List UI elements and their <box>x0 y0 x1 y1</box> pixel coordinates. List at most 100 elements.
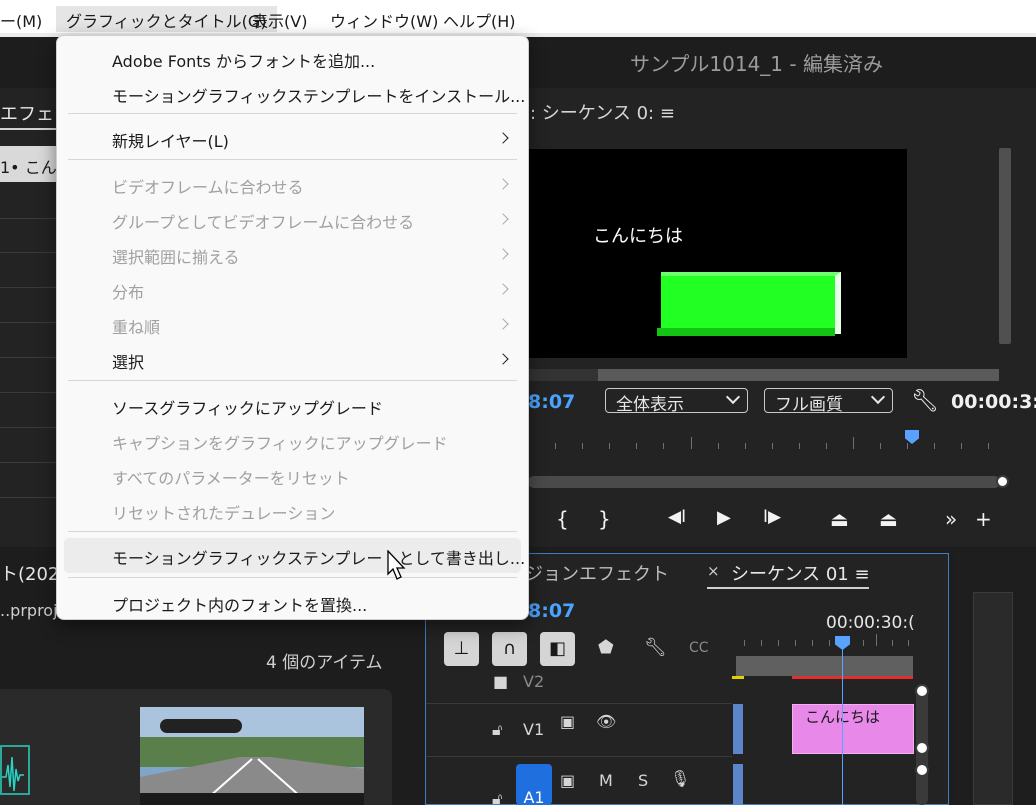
mute-button[interactable]: M <box>599 771 613 790</box>
zoom-level-dropdown[interactable]: 全体表示 <box>605 388 748 415</box>
menu-item-upgrade-caption[interactable]: キャプションをグラフィックにアップグレード <box>57 423 528 458</box>
eye-icon[interactable]: 👁︎ <box>596 712 616 731</box>
sync-lock-icon[interactable]: ▣ <box>560 712 575 731</box>
menubar-item-view[interactable]: 表示(V) <box>252 8 307 32</box>
lift-icon[interactable]: ⏏︎ <box>830 507 849 531</box>
mark-in-button[interactable]: { <box>556 507 569 531</box>
scrollbar-handle[interactable] <box>915 741 929 755</box>
tab-sequence-01[interactable]: シーケンス 01 ≡ <box>731 560 870 586</box>
extract-icon[interactable]: ⏏︎ <box>879 507 898 531</box>
render-status-red-bar <box>792 676 913 679</box>
menu-item-label: 選択 <box>112 353 145 372</box>
menu-item-add-adobe-fonts[interactable]: Adobe Fonts からフォントを追加... <box>57 41 528 76</box>
list-divider <box>0 252 56 253</box>
track-label-v1[interactable]: V1 <box>523 720 544 739</box>
timeline-playhead-timecode[interactable]: 8:07 <box>528 600 575 622</box>
chevron-right-icon <box>497 213 509 225</box>
zoom-scrollbar-handle[interactable] <box>996 475 1009 488</box>
video-green-shape <box>657 272 841 336</box>
solo-button[interactable]: S <box>638 771 648 790</box>
lock-icon[interactable]: ■ <box>493 672 508 691</box>
graphics-and-titles-menu: Adobe Fonts からフォントを追加... モーショングラフィックステンプ… <box>56 35 529 620</box>
menu-item-fit-group-video-frame[interactable]: グループとしてビデオフレームに合わせる <box>57 202 528 237</box>
mouse-cursor-icon <box>387 550 406 580</box>
close-icon[interactable]: × <box>707 562 720 580</box>
menu-item-reset-duration[interactable]: リセットされたデュレーション <box>57 493 528 528</box>
audio-clip-thumbnail[interactable] <box>0 745 30 795</box>
menu-item-fit-video-frame[interactable]: ビデオフレームに合わせる <box>57 167 528 202</box>
snap-magnet-icon[interactable]: ∩ <box>492 632 527 666</box>
program-time-ruler[interactable] <box>528 433 1008 455</box>
program-horizontal-scroll-thumb[interactable] <box>598 369 999 381</box>
project-tab[interactable]: ト(202 <box>0 560 59 586</box>
lock-icon[interactable]: 🔓︎ <box>492 720 502 740</box>
chevron-right-icon <box>497 132 509 144</box>
menubar-item-graphics-and-titles[interactable]: グラフィックとタイトル(G) <box>56 6 277 32</box>
lock-icon[interactable]: 🔓︎ <box>492 789 502 805</box>
more-button[interactable]: » <box>945 507 957 531</box>
program-monitor-tab[interactable]: : シーケンス 0: ≡ <box>530 99 675 125</box>
microphone-icon[interactable]: 🎙︎ <box>670 769 690 788</box>
menu-item-label: 選択範囲に揃える <box>112 248 240 267</box>
list-divider <box>0 497 56 498</box>
captions-icon[interactable]: CC <box>689 640 709 656</box>
timeline-time-ruler[interactable] <box>736 634 912 652</box>
sync-lock-icon[interactable]: ▣ <box>560 771 575 790</box>
chevron-right-icon <box>497 178 509 190</box>
play-button[interactable]: ▶ <box>717 507 731 528</box>
menu-item-replace-fonts[interactable]: プロジェクト内のフォントを置換... <box>57 585 528 620</box>
menu-item-select[interactable]: 選択 <box>57 342 528 377</box>
video-overlay-text: こんにちは <box>593 226 683 247</box>
menubar-item-help[interactable]: ヘルプ(H) <box>443 8 516 32</box>
menu-item-label: Adobe Fonts からフォントを追加... <box>112 52 376 71</box>
linked-selection-icon[interactable]: ◧ <box>540 632 575 666</box>
menu-item-upgrade-source-graphic[interactable]: ソースグラフィックにアップグレード <box>57 388 528 423</box>
step-back-button[interactable]: ◀I <box>668 507 686 527</box>
menu-item-install-mogrt[interactable]: モーショングラフィックステンプレートをインストール... <box>57 76 528 111</box>
scrollbar-handle[interactable] <box>915 763 929 777</box>
step-forward-button[interactable]: I▶ <box>763 507 781 527</box>
track-target-a1[interactable]: A1 <box>516 764 552 805</box>
menu-item-distribute[interactable]: 分布 <box>57 272 528 307</box>
menu-item-new-layer[interactable]: 新規レイヤー(L) <box>57 121 528 156</box>
menu-item-label: リセットされたデュレーション <box>112 504 336 523</box>
road-scene-image <box>140 707 364 805</box>
menu-item-label: グループとしてビデオフレームに合わせる <box>112 213 415 232</box>
menu-bar: ー(M) グラフィックとタイトル(G) 表示(V) ウィンドウ(W) ヘルプ(H… <box>0 0 1036 37</box>
add-marker-icon[interactable]: ⬟ <box>598 637 614 658</box>
list-divider <box>0 462 56 463</box>
menu-item-arrange[interactable]: 重ね順 <box>57 307 528 342</box>
menubar-item-marker[interactable]: ー(M) <box>0 8 42 32</box>
audio-waveform-icon <box>2 756 24 792</box>
track-label-v2: V2 <box>523 672 545 691</box>
chevron-down-icon <box>725 389 741 405</box>
menu-item-align-selection[interactable]: 選択範囲に揃える <box>57 237 528 272</box>
program-zoom-scrollbar[interactable] <box>528 476 1000 488</box>
program-vertical-scrollbar[interactable] <box>999 148 1011 344</box>
v1-clip-blue[interactable] <box>733 704 743 754</box>
video-clip-thumbnail[interactable] <box>140 707 364 805</box>
a1-clip-blue[interactable] <box>733 764 743 805</box>
tab-transition-effects[interactable]: ジョンエフェクト <box>525 560 669 586</box>
wrench-icon[interactable]: 🔧︎ <box>644 637 667 658</box>
menubar-item-window[interactable]: ウィンドウ(W) <box>330 8 438 32</box>
effects-tab-underline <box>0 128 56 130</box>
menu-item-label: すべてのパラメーターをリセット <box>112 469 350 488</box>
chevron-right-icon <box>497 353 509 365</box>
program-playhead-timecode[interactable]: 8:07 <box>528 391 575 413</box>
wrench-icon[interactable]: 🔧︎ <box>911 389 939 414</box>
timeline-playhead-line[interactable] <box>842 646 843 805</box>
nest-sequence-icon[interactable]: ⊥ <box>444 632 479 666</box>
menu-separator <box>68 113 517 114</box>
menu-separator <box>68 531 517 532</box>
menu-item-export-mogrt[interactable]: モーショングラフィックステンプレートとして書き出し... <box>64 538 525 573</box>
work-area-bar[interactable] <box>736 656 913 676</box>
scrollbar-handle[interactable] <box>915 684 929 698</box>
mark-out-button[interactable]: } <box>598 507 611 531</box>
menu-item-reset-all-parameters[interactable]: すべてのパラメーターをリセット <box>57 458 528 493</box>
project-filename: ..prproj <box>0 601 58 620</box>
add-button[interactable]: + <box>975 507 992 531</box>
track-divider <box>426 756 732 757</box>
playback-quality-dropdown[interactable]: フル画質 <box>764 388 893 415</box>
effects-list-selected-row[interactable]: 1• こん <box>0 146 56 182</box>
